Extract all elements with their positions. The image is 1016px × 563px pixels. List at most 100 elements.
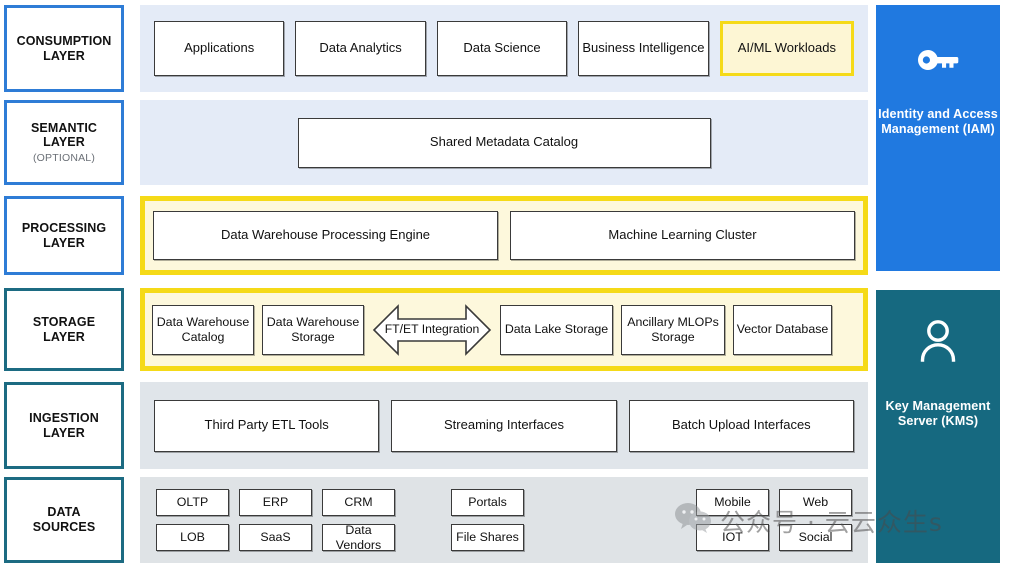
node-label: Mobile [714, 495, 751, 510]
layer-label-line2: LAYER [43, 329, 85, 344]
security-panel-kms[interactable]: Key Management Server (KMS) [876, 290, 1000, 563]
node-label: Web [802, 495, 829, 510]
node-label: Machine Learning Cluster [608, 227, 757, 243]
layer-label-line1: SEMANTIC [30, 120, 98, 135]
source-group-digital-channels: Mobile IOT Web Social [696, 489, 852, 551]
node-label: Business Intelligence [582, 40, 705, 56]
source-column: Mobile IOT [696, 489, 769, 551]
layer-label-processing[interactable]: PROCESSING LAYER [4, 196, 124, 275]
data-sources-band: OLTP LOB ERP SaaS CRM Data Vendors Porta… [140, 477, 868, 563]
storage-layer-band: Data Warehouse Catalog Data Warehouse St… [140, 288, 868, 371]
source-column: Web Social [779, 489, 852, 551]
node-label: Social [798, 530, 833, 545]
node-data-analytics[interactable]: Data Analytics [295, 21, 426, 76]
node-label: Ancillary MLOPs Storage [627, 315, 719, 344]
security-panel-title: Key Management Server (KMS) [885, 399, 991, 429]
node-label: Vector Database [736, 322, 829, 337]
layer-label-storage[interactable]: STORAGE LAYER [4, 288, 124, 371]
layer-label-line2: SOURCES [32, 520, 96, 534]
node-data-lake-storage[interactable]: Data Lake Storage [500, 304, 613, 355]
node-crm[interactable]: CRM [322, 489, 395, 516]
node-data-warehouse-storage[interactable]: Data Warehouse Storage [262, 304, 364, 355]
layer-label-column: CONSUMPTION LAYER SEMANTIC LAYER (OPTION… [4, 0, 132, 563]
node-data-science[interactable]: Data Science [436, 21, 568, 76]
node-label: Data Science [463, 40, 541, 56]
key-icon [915, 47, 961, 78]
node-label: Third Party ETL Tools [204, 417, 329, 433]
node-erp[interactable]: ERP [239, 489, 312, 516]
layer-label-line1: PROCESSING [21, 220, 107, 235]
node-vector-database[interactable]: Vector Database [733, 304, 832, 355]
node-lob[interactable]: LOB [156, 524, 229, 551]
node-label: AI/ML Workloads [737, 40, 836, 56]
arrow-label: FT/ET Integration [384, 321, 480, 336]
person-icon [918, 320, 958, 367]
node-web[interactable]: Web [779, 489, 852, 516]
node-label: OLTP [176, 495, 209, 510]
node-label: Data Warehouse Catalog [156, 315, 250, 344]
node-shared-metadata-catalog[interactable]: Shared Metadata Catalog [297, 117, 711, 168]
node-data-warehouse-processing-engine[interactable]: Data Warehouse Processing Engine [153, 211, 498, 260]
source-column: Portals File Shares [451, 489, 524, 551]
node-streaming-interfaces[interactable]: Streaming Interfaces [391, 399, 617, 452]
source-group-enterprise-systems: OLTP LOB ERP SaaS CRM Data Vendors [156, 489, 395, 552]
layer-label-line2: LAYER [43, 48, 85, 63]
node-label: Data Vendors [335, 523, 382, 552]
layer-label-line1: STORAGE [32, 314, 96, 329]
node-label: Streaming Interfaces [444, 417, 564, 433]
layer-label-line1: INGESTION [29, 410, 99, 425]
source-column: CRM Data Vendors [322, 489, 395, 552]
node-label: Portals [468, 495, 507, 510]
node-data-warehouse-catalog[interactable]: Data Warehouse Catalog [152, 304, 254, 355]
node-oltp[interactable]: OLTP [156, 489, 229, 516]
node-ancillary-mlops-storage[interactable]: Ancillary MLOPs Storage [621, 304, 725, 355]
ingestion-layer-band: Third Party ETL Tools Streaming Interfac… [140, 382, 868, 469]
layer-label-line2: LAYER [43, 235, 85, 250]
node-batch-upload-interfaces[interactable]: Batch Upload Interfaces [628, 399, 854, 452]
node-label: File Shares [456, 530, 519, 545]
source-group-content-channels: Portals File Shares [451, 489, 524, 551]
layer-label-data-sources[interactable]: DATA SOURCES [4, 477, 124, 563]
layer-label-semantic[interactable]: SEMANTIC LAYER (OPTIONAL) [4, 100, 124, 185]
layer-label-line1: DATA [47, 505, 81, 520]
layer-label-line2: LAYER [43, 135, 85, 150]
processing-layer-band: Data Warehouse Processing Engine Machine… [140, 196, 868, 275]
node-label: Applications [184, 40, 255, 56]
node-label: CRM [344, 495, 373, 510]
node-machine-learning-cluster[interactable]: Machine Learning Cluster [510, 211, 855, 260]
source-column: OLTP LOB [156, 489, 229, 551]
layer-label-consumption[interactable]: CONSUMPTION LAYER [4, 5, 124, 92]
architecture-diagram: CONSUMPTION LAYER SEMANTIC LAYER (OPTION… [0, 0, 1016, 563]
layer-label-ingestion[interactable]: INGESTION LAYER [4, 382, 124, 469]
node-ai-ml-workloads[interactable]: AI/ML Workloads [719, 21, 855, 76]
node-label: Data Warehouse Storage [266, 315, 360, 344]
node-label: Batch Upload Interfaces [671, 417, 811, 433]
node-mobile[interactable]: Mobile [696, 489, 769, 516]
node-label: LOB [180, 530, 205, 545]
security-panel-iam[interactable]: Identity and Access Management (IAM) [876, 5, 1000, 271]
node-social[interactable]: Social [779, 524, 852, 551]
node-iot[interactable]: IOT [696, 524, 769, 551]
layer-label-optional-note: (OPTIONAL) [32, 152, 96, 165]
node-label: IOT [722, 530, 743, 545]
node-data-vendors[interactable]: Data Vendors [322, 523, 395, 552]
node-business-intelligence[interactable]: Business Intelligence [578, 21, 709, 76]
node-file-shares[interactable]: File Shares [451, 524, 524, 551]
node-label: SaaS [260, 530, 291, 545]
semantic-layer-band: Shared Metadata Catalog [140, 100, 868, 185]
node-portals[interactable]: Portals [451, 489, 524, 516]
double-headed-arrow-icon: FT/ET Integration [372, 301, 492, 359]
node-saas[interactable]: SaaS [239, 524, 312, 551]
node-label: Data Warehouse Processing Engine [220, 227, 431, 243]
layer-label-line1: CONSUMPTION [16, 33, 112, 48]
node-label: Shared Metadata Catalog [429, 134, 579, 150]
node-third-party-etl-tools[interactable]: Third Party ETL Tools [154, 399, 380, 452]
node-label: ERP [262, 495, 289, 510]
node-applications[interactable]: Applications [154, 21, 285, 76]
consumption-layer-band: Applications Data Analytics Data Science… [140, 5, 868, 92]
security-panel-title: Identity and Access Management (IAM) [878, 107, 998, 137]
layer-label-line2: LAYER [43, 425, 85, 440]
node-label: Data Lake Storage [504, 322, 609, 337]
node-label: Data Analytics [319, 40, 402, 56]
source-column: ERP SaaS [239, 489, 312, 551]
